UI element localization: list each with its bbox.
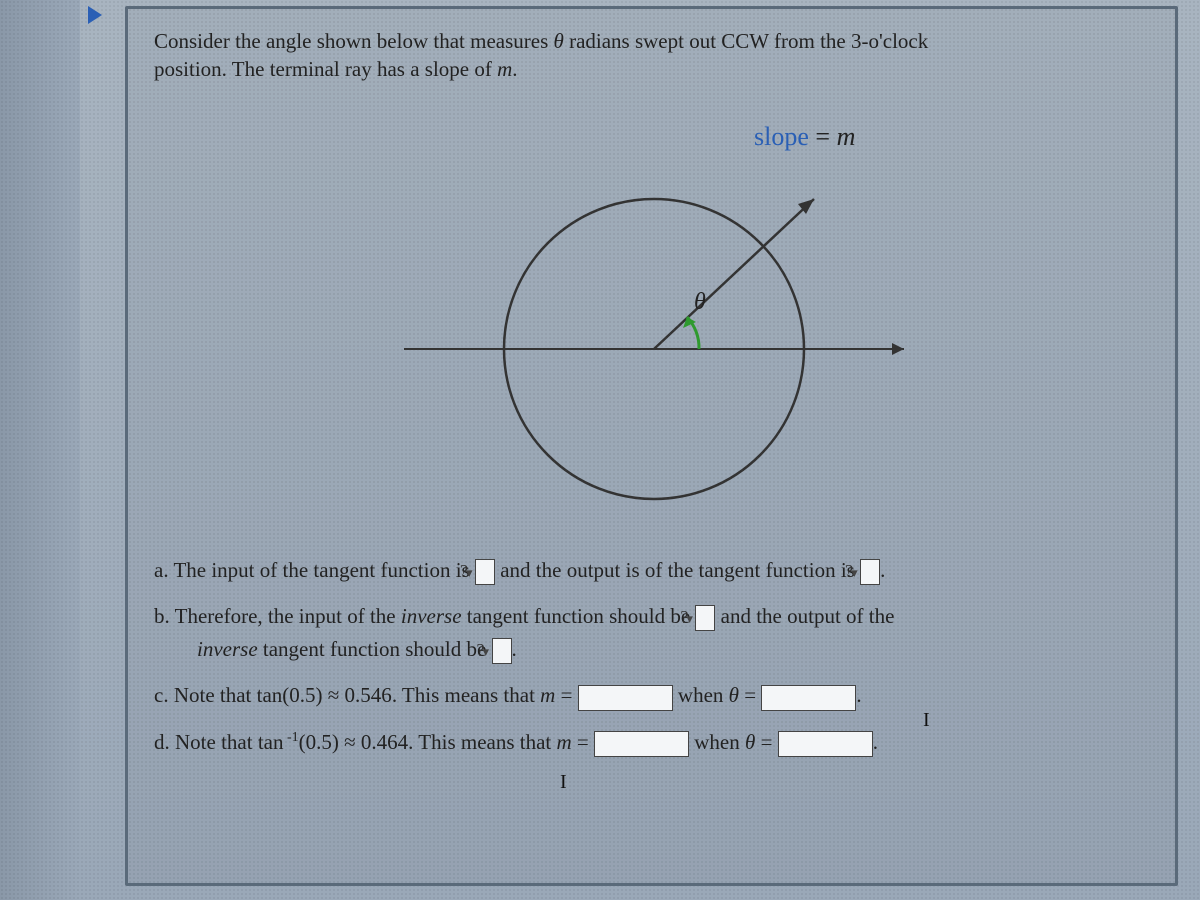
qd-tan: tan	[258, 730, 284, 754]
qd-theta: θ	[745, 730, 755, 754]
page-background-left	[0, 0, 80, 900]
qd-t2: . This means that	[408, 730, 556, 754]
qd-rest: (0.5) ≈ 0.464	[299, 730, 409, 754]
qa-t1: The input of the tangent function is	[169, 558, 475, 582]
dropdown-a1[interactable]: ?▾	[475, 559, 495, 585]
qd-when: when	[689, 730, 745, 754]
textbox-c-m[interactable]	[578, 685, 673, 711]
qc-t2: . This means that	[392, 683, 540, 707]
prompt-pre: Consider the angle shown below that meas…	[154, 29, 554, 53]
qd-m: m	[557, 730, 572, 754]
qb-t4: tangent function should be	[258, 637, 492, 661]
cursor-icon: I	[560, 771, 567, 794]
dropdown-b1[interactable]: ?▾	[695, 605, 715, 631]
m-symbol: m	[497, 57, 512, 81]
qc-when: when	[673, 683, 729, 707]
qc-end: .	[856, 683, 861, 707]
qc-t1: Note that	[169, 683, 257, 707]
prompt-line2-post: .	[512, 57, 517, 81]
marker-d: d.	[154, 730, 170, 754]
marker-b: b.	[154, 604, 170, 628]
dropdown-a2[interactable]: ?▾	[860, 559, 880, 585]
question-d: d. Note that tan -1(0.5) ≈ 0.464. This m…	[154, 726, 1149, 759]
question-a: a. The input of the tangent function is …	[154, 554, 1149, 587]
qa-t2: and the output is of the tangent functio…	[495, 558, 860, 582]
qd-end: .	[873, 730, 878, 754]
marker-c: c.	[154, 683, 169, 707]
theta-symbol: θ	[554, 29, 564, 53]
qc-eq1: =	[555, 683, 577, 707]
diagram-container: slope = m θ	[154, 94, 1149, 554]
qd-t1: Note that	[170, 730, 258, 754]
textbox-d-m[interactable]	[594, 731, 689, 757]
textbox-d-theta[interactable]	[778, 731, 873, 757]
qb-inverse1: inverse	[401, 604, 462, 628]
qb-inverse2: inverse	[197, 637, 258, 661]
question-c: c. Note that tan(0.5) ≈ 0.546. This mean…	[154, 679, 1149, 712]
qd-eq2: =	[755, 730, 777, 754]
theta-label: θ	[694, 289, 706, 316]
qb-t1: Therefore, the input of the	[170, 604, 401, 628]
unit-circle-diagram	[374, 144, 934, 554]
qd-eq1: =	[572, 730, 594, 754]
qc-eq2: =	[739, 683, 761, 707]
qc-theta: θ	[729, 683, 739, 707]
question-b: b. Therefore, the input of the inverse t…	[154, 600, 1149, 665]
x-axis-arrow	[892, 343, 904, 355]
prompt-post: radians swept out CCW from the 3-o'clock	[564, 29, 928, 53]
prompt-text: Consider the angle shown below that meas…	[154, 27, 1149, 84]
marker-a: a.	[154, 558, 169, 582]
textbox-c-theta[interactable]	[761, 685, 856, 711]
qb-t2: tangent function should be	[462, 604, 696, 628]
play-icon[interactable]	[88, 6, 102, 24]
qd-exp: -1	[283, 730, 298, 745]
dropdown-b2[interactable]: ?▾	[492, 638, 512, 664]
question-panel: Consider the angle shown below that meas…	[125, 6, 1178, 886]
qc-math: tan(0.5) ≈ 0.546	[257, 683, 392, 707]
question-list: a. The input of the tangent function is …	[154, 554, 1149, 759]
prompt-line2-pre: position. The terminal ray has a slope o…	[154, 57, 497, 81]
qa-end: .	[880, 558, 885, 582]
qb-t3: and the output of the	[715, 604, 894, 628]
qc-m: m	[540, 683, 555, 707]
qb-end: .	[512, 637, 517, 661]
